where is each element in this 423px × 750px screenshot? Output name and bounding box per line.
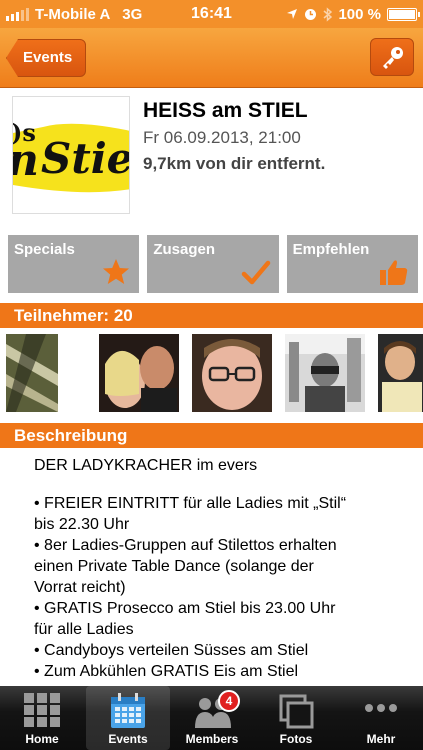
zusagen-button[interactable]: Zusagen [147, 235, 279, 293]
tab-events[interactable]: Events [86, 686, 170, 750]
participant-avatar[interactable] [6, 334, 58, 412]
event-logo: n Stiel )s [13, 97, 130, 213]
description-line: einen Private Table Dance (solange der [34, 558, 314, 575]
tab-members[interactable]: 4 Members [170, 686, 254, 750]
location-icon [287, 9, 298, 19]
zusagen-label: Zusagen [153, 241, 216, 258]
description-header: Beschreibung [0, 423, 423, 448]
svg-text:)s: )s [13, 118, 36, 147]
description-line: • FREIER EINTRITT für alle Ladies mit „S… [34, 495, 347, 512]
thumbs-up-icon [379, 260, 408, 285]
members-badge: 4 [218, 690, 240, 712]
description-line: • GRATIS Prosecco am Stiel bis 23.00 Uhr [34, 600, 336, 617]
tab-label: Home [25, 732, 59, 746]
tab-label: Fotos [279, 732, 313, 746]
star-icon [103, 259, 130, 284]
participant-avatar[interactable] [285, 334, 365, 412]
back-button[interactable]: Events [6, 39, 86, 77]
specials-label: Specials [14, 241, 75, 258]
description-line: • Candyboys verteilen Süsses am Stiel [34, 642, 309, 659]
key-button[interactable] [370, 38, 414, 76]
grid-icon [24, 693, 60, 727]
calendar-icon [111, 693, 145, 728]
description-text: DER LADYKRACHER im evers • FREIER EINTRI… [34, 455, 409, 682]
svg-text:Stiel: Stiel [41, 134, 130, 183]
event-title: HEISS am STIEL [143, 99, 308, 122]
participant-avatar[interactable] [378, 334, 423, 412]
specials-button[interactable]: Specials [8, 235, 140, 293]
tab-mehr[interactable]: Mehr [339, 686, 423, 750]
description-line: Vorrat reicht) [34, 579, 126, 596]
participant-avatar[interactable] [99, 334, 179, 412]
action-tiles: Specials Zusagen Empfehlen [8, 235, 418, 293]
tab-label: Mehr [366, 732, 396, 746]
participants-strip [0, 328, 423, 418]
tab-fotos[interactable]: Fotos [254, 686, 338, 750]
empfehlen-button[interactable]: Empfehlen [286, 235, 418, 293]
event-thumbnail[interactable]: n Stiel )s [12, 96, 130, 214]
event-distance: 9,7km von dir entfernt. [143, 154, 326, 173]
participant-avatar[interactable] [192, 334, 272, 412]
empfehlen-label: Empfehlen [292, 241, 370, 258]
event-date: Fr 06.09.2013, 21:00 [143, 128, 301, 147]
description-line: bis 22.30 Uhr [34, 516, 130, 533]
battery-icon [387, 7, 420, 21]
photos-icon [279, 694, 314, 729]
tab-label: Events [108, 732, 148, 746]
bluetooth-icon [323, 6, 333, 22]
tab-home[interactable]: Home [0, 686, 84, 750]
tab-label: Members [185, 732, 239, 746]
description-line: • Zum Abkühlen GRATIS Eis am Stiel [34, 663, 299, 680]
alarm-icon [305, 8, 317, 20]
status-bar: T-Mobile A 3G 16:41 100 % [0, 0, 423, 28]
battery-label: 100 % [338, 5, 381, 23]
nav-bar: Events [0, 28, 423, 88]
tab-bar: Home Events 4 Members Fotos Mehr [0, 686, 423, 750]
description-line: • 8er Ladies-Gruppen auf Stilettos erhal… [34, 537, 337, 554]
key-icon [383, 47, 403, 69]
participants-header: Teilnehmer: 20 [0, 303, 423, 328]
more-icon [365, 704, 397, 712]
description-line: für alle Ladies [34, 621, 134, 638]
checkmark-icon [241, 260, 270, 285]
description-line: DER LADYKRACHER im evers [34, 457, 258, 474]
